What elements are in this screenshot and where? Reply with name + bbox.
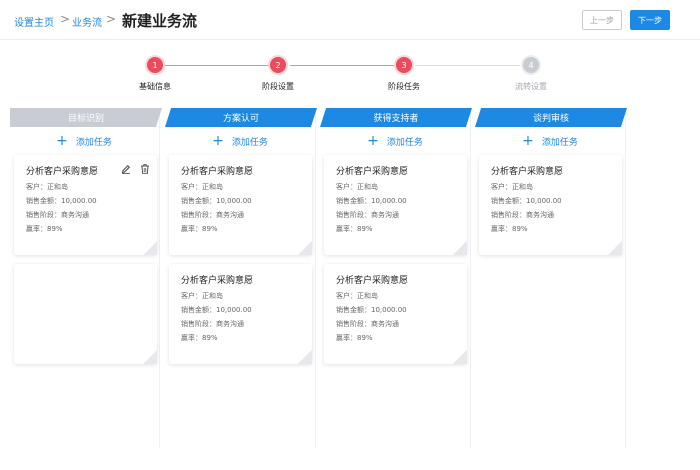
breadcrumb-separator: > [106, 12, 117, 26]
task-card-empty[interactable] [14, 264, 157, 364]
task-card[interactable]: 分析客户采购意愿 客户：正和岛 销售金额：10,000.00 销售阶段：商务沟通… [169, 264, 312, 364]
step-connector [165, 65, 270, 66]
task-card-amount: 销售金额：10,000.00 [491, 197, 562, 205]
step-2-label: 阶段设置 [262, 82, 294, 91]
task-card-title: 分析客户采购意愿 [181, 167, 254, 177]
task-card[interactable]: 分析客户采购意愿 客户：正和岛 销售金额：10,000.00 销售阶段：商务沟通… [169, 155, 312, 255]
step-1-circle[interactable]: 1 [147, 57, 163, 73]
task-card-amount: 销售金额：10,000.00 [181, 306, 252, 314]
task-card[interactable]: 分析客户采购意愿 客户：正和岛 销售金额：10,000.00 销售阶段：商务沟通… [324, 155, 467, 255]
task-card-stage: 销售阶段：商务沟通 [181, 211, 244, 219]
card-fold [453, 350, 467, 364]
task-card-amount: 销售金额：10,000.00 [181, 197, 252, 205]
task-card-rate: 赢率：89% [491, 225, 528, 233]
card-fold [453, 241, 467, 255]
page: 设置主页 > 业务流 > 新建业务流 上一步 下一步 1 2 3 4 基础信息 … [0, 0, 700, 470]
task-card-stage: 销售阶段：商务沟通 [181, 320, 244, 328]
task-card-customer: 客户：正和岛 [26, 183, 68, 191]
task-card-customer: 客户：正和岛 [491, 183, 533, 191]
trash-icon[interactable] [140, 164, 150, 174]
card-fold [608, 241, 622, 255]
add-task-button[interactable]: + 添加任务 [474, 134, 626, 148]
step-4-label: 流转设置 [515, 82, 547, 91]
task-card-rate: 赢率：89% [336, 225, 373, 233]
breadcrumb-home-link[interactable]: 设置主页 [14, 14, 54, 29]
add-task-button[interactable]: + 添加任务 [8, 134, 160, 148]
task-card-title: 分析客户采购意愿 [336, 167, 409, 177]
task-card-stage: 销售阶段：商务沟通 [336, 320, 399, 328]
add-task-button[interactable]: + 添加任务 [164, 134, 316, 148]
add-task-label: 添加任务 [386, 137, 423, 148]
step-3-label: 阶段任务 [388, 82, 420, 91]
task-card-stage: 销售阶段：商务沟通 [491, 211, 554, 219]
task-card-customer: 客户：正和岛 [181, 292, 223, 300]
task-card-stage: 销售阶段：商务沟通 [26, 211, 89, 219]
header: 设置主页 > 业务流 > 新建业务流 上一步 下一步 [0, 0, 700, 40]
task-card-customer: 客户：正和岛 [181, 183, 223, 191]
column-header-negotiation[interactable]: 谈判审核 [475, 108, 627, 127]
step-1-label: 基础信息 [139, 82, 171, 91]
add-task-label: 添加任务 [75, 137, 112, 148]
task-card-amount: 销售金额：10,000.00 [336, 197, 407, 205]
task-card[interactable]: 分析客户采购意愿 客户：正和岛 销售金额：10,000.00 销售阶段：商务沟通… [324, 264, 467, 364]
task-card-title: 分析客户采购意愿 [26, 167, 99, 177]
task-card-stage: 销售阶段：商务沟通 [336, 211, 399, 219]
card-fold [298, 241, 312, 255]
task-card-customer: 客户：正和岛 [336, 183, 378, 191]
add-task-button[interactable]: + 添加任务 [319, 134, 471, 148]
step-connector [290, 65, 395, 66]
step-connector [415, 65, 520, 66]
task-card-amount: 销售金额：10,000.00 [26, 197, 97, 205]
step-2-circle[interactable]: 2 [270, 57, 286, 73]
task-card-customer: 客户：正和岛 [336, 292, 378, 300]
column-header-get-supporter[interactable]: 获得支持者 [320, 108, 472, 127]
plus-icon: + [212, 133, 224, 149]
task-card-rate: 赢率：89% [181, 225, 218, 233]
column-header-target-identify[interactable]: 目标识别 [10, 108, 162, 127]
plus-icon: + [56, 133, 68, 149]
card-fold [298, 350, 312, 364]
task-card-title: 分析客户采购意愿 [491, 167, 564, 177]
edit-icon[interactable] [121, 164, 131, 174]
task-card-title: 分析客户采购意愿 [336, 276, 409, 286]
add-task-label: 添加任务 [541, 137, 578, 148]
task-card[interactable]: 分析客户采购意愿 客户：正和岛 销售金额：10,000.00 销售阶段：商务沟通… [479, 155, 622, 255]
task-card-rate: 赢率：89% [26, 225, 63, 233]
next-step-button[interactable]: 下一步 [630, 10, 670, 30]
task-card-title: 分析客户采购意愿 [181, 276, 254, 286]
plus-icon: + [522, 133, 534, 149]
column-header-plan-approval[interactable]: 方案认可 [165, 108, 317, 127]
card-fold [143, 350, 157, 364]
page-title: 新建业务流 [122, 12, 198, 30]
step-3-circle[interactable]: 3 [396, 57, 412, 73]
breadcrumb-flow-link[interactable]: 业务流 [72, 14, 102, 29]
task-card-rate: 赢率：89% [336, 334, 373, 342]
add-task-label: 添加任务 [231, 137, 268, 148]
breadcrumb-separator: > [60, 12, 71, 26]
task-card[interactable]: 分析客户采购意愿 客户：正和岛 销售金额：10,000.00 销售阶段：商务沟通… [14, 155, 157, 255]
task-card-rate: 赢率：89% [181, 334, 218, 342]
prev-step-button[interactable]: 上一步 [582, 10, 622, 30]
task-card-amount: 销售金额：10,000.00 [336, 306, 407, 314]
plus-icon: + [367, 133, 379, 149]
card-fold [143, 241, 157, 255]
step-4-circle[interactable]: 4 [523, 57, 539, 73]
